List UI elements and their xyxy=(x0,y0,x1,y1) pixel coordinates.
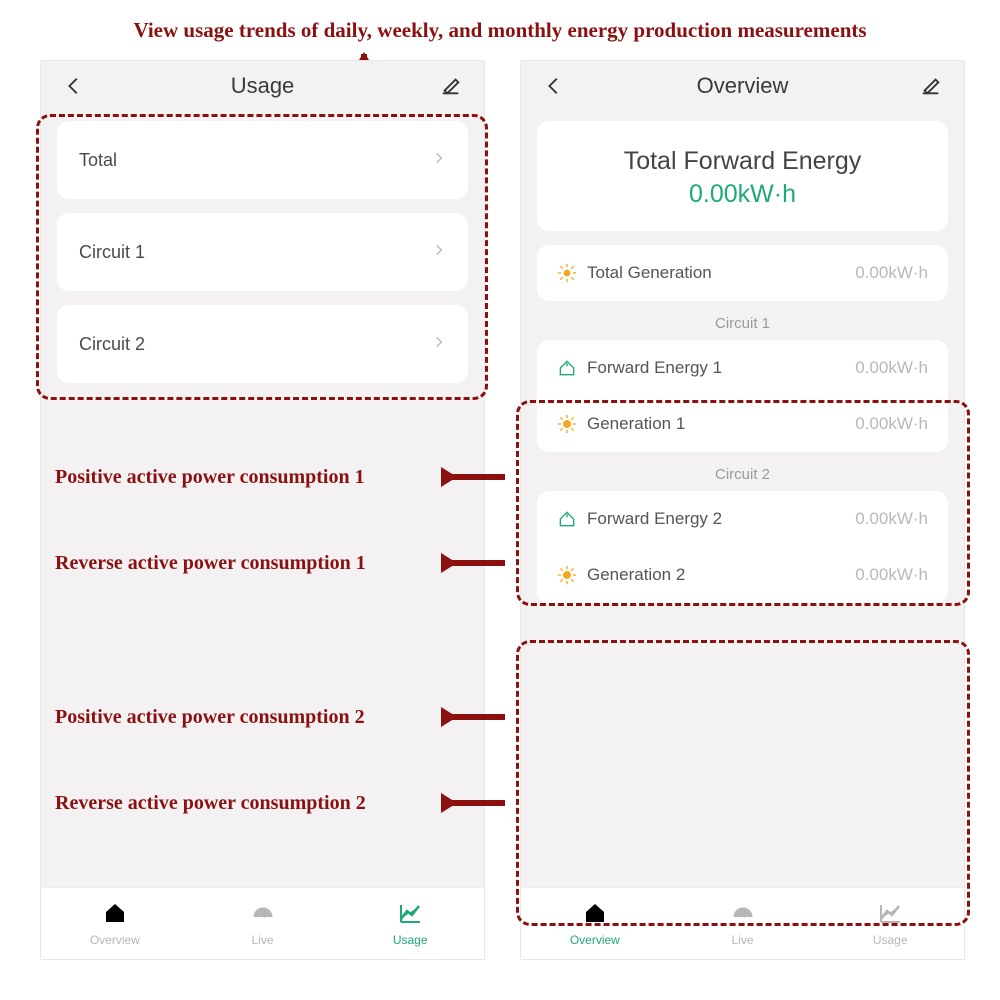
overview-content: Total Forward Energy 0.00kW·h Total Gene… xyxy=(521,111,964,603)
annotation-positive-2: Positive active power consumption 2 xyxy=(55,706,365,729)
arrow-to-generation-2 xyxy=(443,800,505,806)
edit-button[interactable] xyxy=(916,71,946,101)
usage-item-label: Circuit 1 xyxy=(79,242,145,263)
nav-label: Overview xyxy=(570,933,620,947)
row-total-generation: Total Generation 0.00kW·h xyxy=(537,245,948,301)
hero-label: Total Forward Energy xyxy=(547,147,938,176)
nav-label: Usage xyxy=(873,933,908,947)
figure-caption: View usage trends of daily, weekly, and … xyxy=(0,18,1000,43)
nav-overview[interactable]: Overview xyxy=(41,888,189,959)
row-forward-energy-1: Forward Energy 1 0.00kW·h xyxy=(537,340,948,396)
row-generation-1: Generation 1 0.00kW·h xyxy=(537,396,948,452)
sun-icon xyxy=(557,565,577,585)
usage-item-circuit-1[interactable]: Circuit 1 xyxy=(57,213,468,291)
sun-icon xyxy=(557,263,577,283)
page-title: Usage xyxy=(231,73,295,99)
row-value: 0.00kW·h xyxy=(855,414,928,434)
nav-label: Live xyxy=(252,933,274,947)
gauge-icon xyxy=(250,901,276,930)
chevron-left-icon xyxy=(543,75,565,97)
overview-topbar: Overview xyxy=(521,61,964,111)
section-header-circuit-2: Circuit 2 xyxy=(537,466,948,483)
usage-item-total[interactable]: Total xyxy=(57,121,468,199)
arrow-to-generation-1 xyxy=(443,560,505,566)
overview-bottom-nav: Overview Live Usage xyxy=(521,887,964,959)
section-header-circuit-1: Circuit 1 xyxy=(537,315,948,332)
home-icon xyxy=(582,901,608,930)
usage-item-label: Total xyxy=(79,150,117,171)
card-circuit-1: Forward Energy 1 0.00kW·h Generation 1 0… xyxy=(537,340,948,452)
pencil-icon xyxy=(920,75,942,97)
row-label: Forward Energy 1 xyxy=(587,358,722,378)
home-icon xyxy=(102,901,128,930)
nav-usage[interactable]: Usage xyxy=(336,888,484,959)
back-button[interactable] xyxy=(539,71,569,101)
edit-button[interactable] xyxy=(436,71,466,101)
back-button[interactable] xyxy=(59,71,89,101)
overview-screen: Overview Total Forward Energy 0.00kW·h T… xyxy=(520,60,965,960)
nav-live[interactable]: Live xyxy=(189,888,337,959)
arrow-to-forward-2 xyxy=(443,714,505,720)
nav-usage[interactable]: Usage xyxy=(816,888,964,959)
pencil-icon xyxy=(440,75,462,97)
house-icon xyxy=(557,509,577,529)
chevron-right-icon xyxy=(432,331,446,358)
gauge-icon xyxy=(730,901,756,930)
nav-overview[interactable]: Overview xyxy=(521,888,669,959)
annotation-reverse-1: Reverse active power consumption 1 xyxy=(55,552,366,575)
row-forward-energy-2: Forward Energy 2 0.00kW·h xyxy=(537,491,948,547)
usage-bottom-nav: Overview Live Usage xyxy=(41,887,484,959)
usage-item-circuit-2[interactable]: Circuit 2 xyxy=(57,305,468,383)
row-label: Generation 1 xyxy=(587,414,685,434)
sun-icon xyxy=(557,414,577,434)
row-value: 0.00kW·h xyxy=(855,509,928,529)
chart-icon xyxy=(397,901,423,930)
hero-value: 0.00kW·h xyxy=(547,180,938,209)
nav-live[interactable]: Live xyxy=(669,888,817,959)
row-value: 0.00kW·h xyxy=(855,358,928,378)
usage-topbar: Usage xyxy=(41,61,484,111)
usage-content: Total Circuit 1 Circuit 2 xyxy=(41,111,484,383)
row-label: Forward Energy 2 xyxy=(587,509,722,529)
annotation-reverse-2: Reverse active power consumption 2 xyxy=(55,792,366,815)
chart-icon xyxy=(877,901,903,930)
arrow-to-forward-1 xyxy=(443,474,505,480)
row-value: 0.00kW·h xyxy=(855,565,928,585)
hero-total-forward-energy: Total Forward Energy 0.00kW·h xyxy=(537,121,948,231)
card-circuit-2: Forward Energy 2 0.00kW·h Generation 2 0… xyxy=(537,491,948,603)
row-label: Generation 2 xyxy=(587,565,685,585)
chevron-right-icon xyxy=(432,147,446,174)
chevron-right-icon xyxy=(432,239,446,266)
nav-label: Usage xyxy=(393,933,428,947)
row-value: 0.00kW·h xyxy=(855,263,928,283)
usage-screen: Usage Total Circuit 1 Circuit 2 Overview… xyxy=(40,60,485,960)
row-generation-2: Generation 2 0.00kW·h xyxy=(537,547,948,603)
house-icon xyxy=(557,358,577,378)
page-title: Overview xyxy=(697,73,789,99)
nav-label: Overview xyxy=(90,933,140,947)
chevron-left-icon xyxy=(63,75,85,97)
annotation-positive-1: Positive active power consumption 1 xyxy=(55,466,365,489)
usage-item-label: Circuit 2 xyxy=(79,334,145,355)
row-label: Total Generation xyxy=(587,263,712,283)
nav-label: Live xyxy=(732,933,754,947)
